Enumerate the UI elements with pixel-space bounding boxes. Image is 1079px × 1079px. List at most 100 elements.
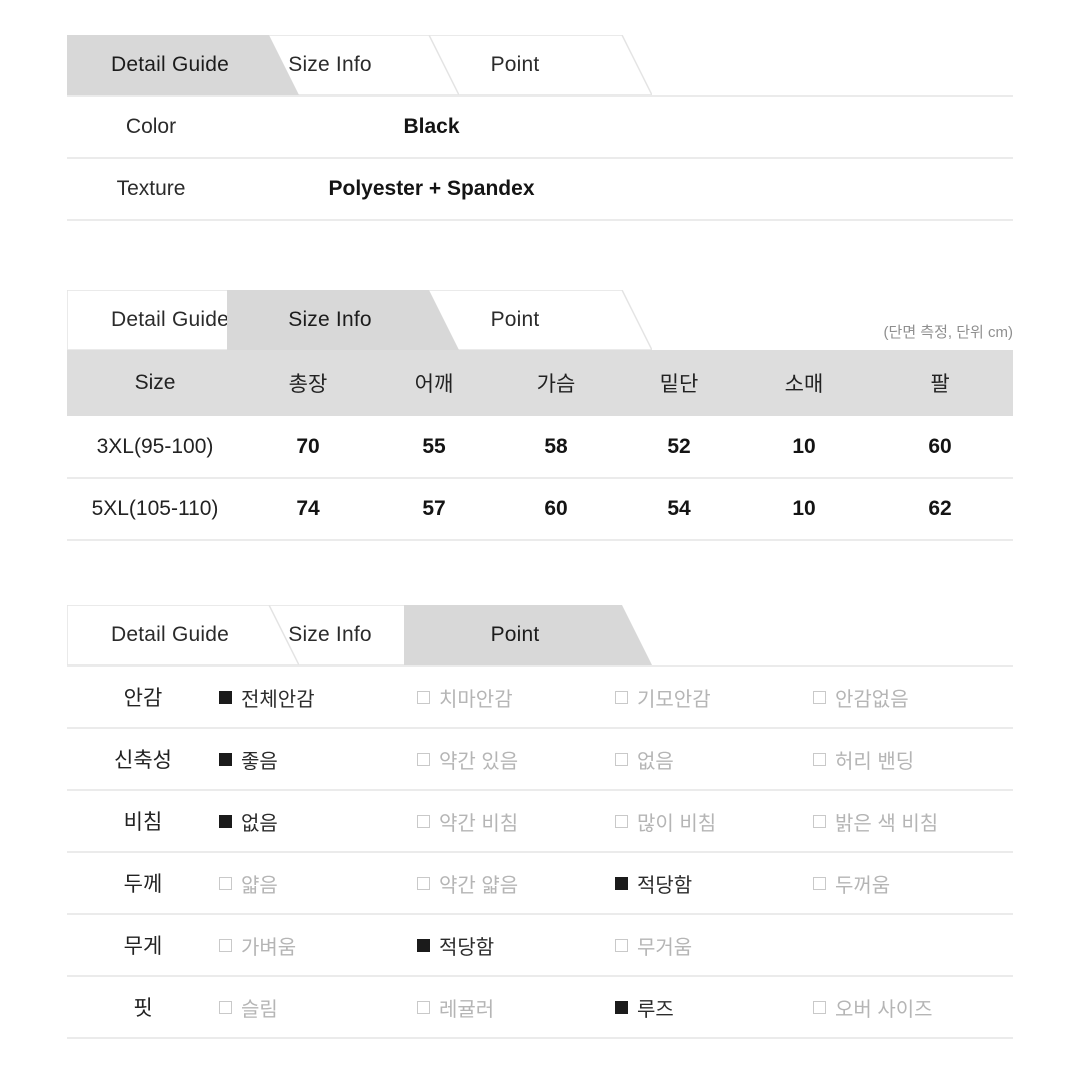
point-option[interactable]: 치마안감 [417,683,615,712]
size-value-cell: 60 [867,416,1013,479]
point-option[interactable]: 약간 있음 [417,745,615,774]
point-option[interactable]: 레귤러 [417,993,615,1022]
point-row-label: 비침 [123,811,163,834]
size-value-cell: 10 [741,478,867,541]
size-value-cell: 62 [867,478,1013,541]
point-option-label: 레귤러 [439,998,495,1021]
tab-label: Size Info [288,53,372,76]
point-option[interactable]: 적당함 [417,931,615,960]
point-row: 핏 슬림 레귤러 루즈 오버 사이즈 [67,977,1013,1039]
point-section: Detail Guide Size Info Point 안감 전체안감 치마안감 기모안… [67,605,1013,1039]
tab-detail-guide[interactable]: Detail Guide [67,35,299,95]
size-name-cell: 5XL(105-110) [67,478,243,541]
point-option-list: 좋음 약간 있음 없음 허리 밴딩 [219,745,1013,774]
point-option[interactable]: 밝은 색 비침 [813,807,1011,836]
point-option[interactable]: 슬림 [219,993,417,1022]
point-option-label: 없음 [637,750,674,773]
checkbox-unchecked-icon [615,938,628,952]
size-column-header: 어깨 [373,350,495,416]
point-option[interactable]: 가벼움 [219,931,417,960]
tab-point[interactable]: Point [404,605,652,665]
table-row: 5XL(105-110) 74 57 60 54 10 62 [67,478,1013,541]
point-option[interactable]: 좋음 [219,745,417,774]
size-table-body: 3XL(95-100) 70 55 58 52 10 60 5XL(105-110) 74 57 6… [67,416,1013,541]
detail-guide-section: Detail Guide Size Info Point Color Black T… [67,35,1013,221]
point-option[interactable]: 오버 사이즈 [813,993,1011,1022]
point-option-label: 치마안감 [439,688,513,711]
checkbox-unchecked-icon [615,752,628,766]
checkbox-unchecked-icon [219,876,232,890]
point-option[interactable]: 약간 비침 [417,807,615,836]
point-option-label: 좋음 [241,750,278,773]
row-value-color: Black [403,115,460,138]
point-option-label: 약간 있음 [439,750,519,773]
checkbox-unchecked-icon [615,814,628,828]
point-option-label: 약간 얇음 [439,874,519,897]
point-option[interactable]: 없음 [219,807,417,836]
point-option-label: 많이 비침 [637,812,717,835]
checkbox-unchecked-icon [219,1000,232,1014]
size-column-header: 소매 [741,350,867,416]
checkbox-unchecked-icon [615,690,628,704]
point-option[interactable]: 무거움 [615,931,813,960]
size-value-cell: 74 [243,478,373,541]
tab-label: Point [490,53,540,76]
checkbox-checked-icon [219,752,232,766]
point-option-label: 적당함 [439,936,495,959]
point-row: 무게 가벼움 적당함 무거움 [67,915,1013,977]
checkbox-unchecked-icon [813,752,826,766]
tab-label: Detail Guide [111,623,229,646]
point-option[interactable]: 두꺼움 [813,869,1011,898]
point-option-label: 안감없음 [835,688,909,711]
checkbox-checked-icon [219,690,232,704]
point-option[interactable]: 허리 밴딩 [813,745,1011,774]
point-row-label: 무게 [123,935,163,958]
point-option[interactable]: 없음 [615,745,813,774]
point-option[interactable]: 루즈 [615,993,813,1022]
point-option-label: 기모안감 [637,688,711,711]
tab-size-info[interactable]: Size Info [227,290,459,350]
point-option-label: 무거움 [637,936,693,959]
size-value-cell: 52 [617,416,741,479]
point-option-label: 밝은 색 비침 [835,812,939,835]
row-label-texture: Texture [116,177,186,200]
size-table-head: Size 총장 어깨 가슴 밑단 소매 팔 [67,350,1013,416]
row-label-color: Color [125,115,177,138]
size-value-cell: 57 [373,478,495,541]
tab-label: Detail Guide [111,53,229,76]
checkbox-checked-icon [615,1000,628,1014]
checkbox-unchecked-icon [417,1000,430,1014]
tab-label: Point [490,308,540,331]
size-value-cell: 54 [617,478,741,541]
point-option[interactable]: 기모안감 [615,683,813,712]
size-info-tabbar: (단면 측정, 단위 cm) Detail Guide Size Info Poin… [67,290,1013,350]
size-name-cell: 3XL(95-100) [67,416,243,479]
checkbox-unchecked-icon [417,752,430,766]
size-value-cell: 55 [373,416,495,479]
checkbox-unchecked-icon [813,690,826,704]
row-value-texture: Polyester + Spandex [328,177,535,200]
size-column-header: 가슴 [495,350,617,416]
point-option-label: 루즈 [637,998,674,1021]
point-row-label: 안감 [123,687,163,710]
point-option[interactable]: 적당함 [615,869,813,898]
point-option-list: 전체안감 치마안감 기모안감 안감없음 [219,683,1013,712]
point-option[interactable]: 안감없음 [813,683,1011,712]
point-row: 두께 얇음 약간 얇음 적당함 두꺼움 [67,853,1013,915]
point-option[interactable]: 많이 비침 [615,807,813,836]
size-column-header: 팔 [867,350,1013,416]
point-option[interactable]: 얇음 [219,869,417,898]
size-value-cell: 70 [243,416,373,479]
size-column-header: 밑단 [617,350,741,416]
point-option-label: 적당함 [637,874,693,897]
point-option[interactable]: 전체안감 [219,683,417,712]
table-row-texture: Texture Polyester + Spandex [67,159,1013,221]
tab-detail-guide[interactable]: Detail Guide [67,605,299,665]
point-option[interactable]: 약간 얇음 [417,869,615,898]
checkbox-unchecked-icon [417,876,430,890]
checkbox-unchecked-icon [813,1000,826,1014]
checkbox-unchecked-icon [417,814,430,828]
point-row: 신축성 좋음 약간 있음 없음 허리 밴딩 [67,729,1013,791]
point-row-label: 핏 [133,997,153,1020]
point-row: 비침 없음 약간 비침 많이 비침 밝은 색 비침 [67,791,1013,853]
